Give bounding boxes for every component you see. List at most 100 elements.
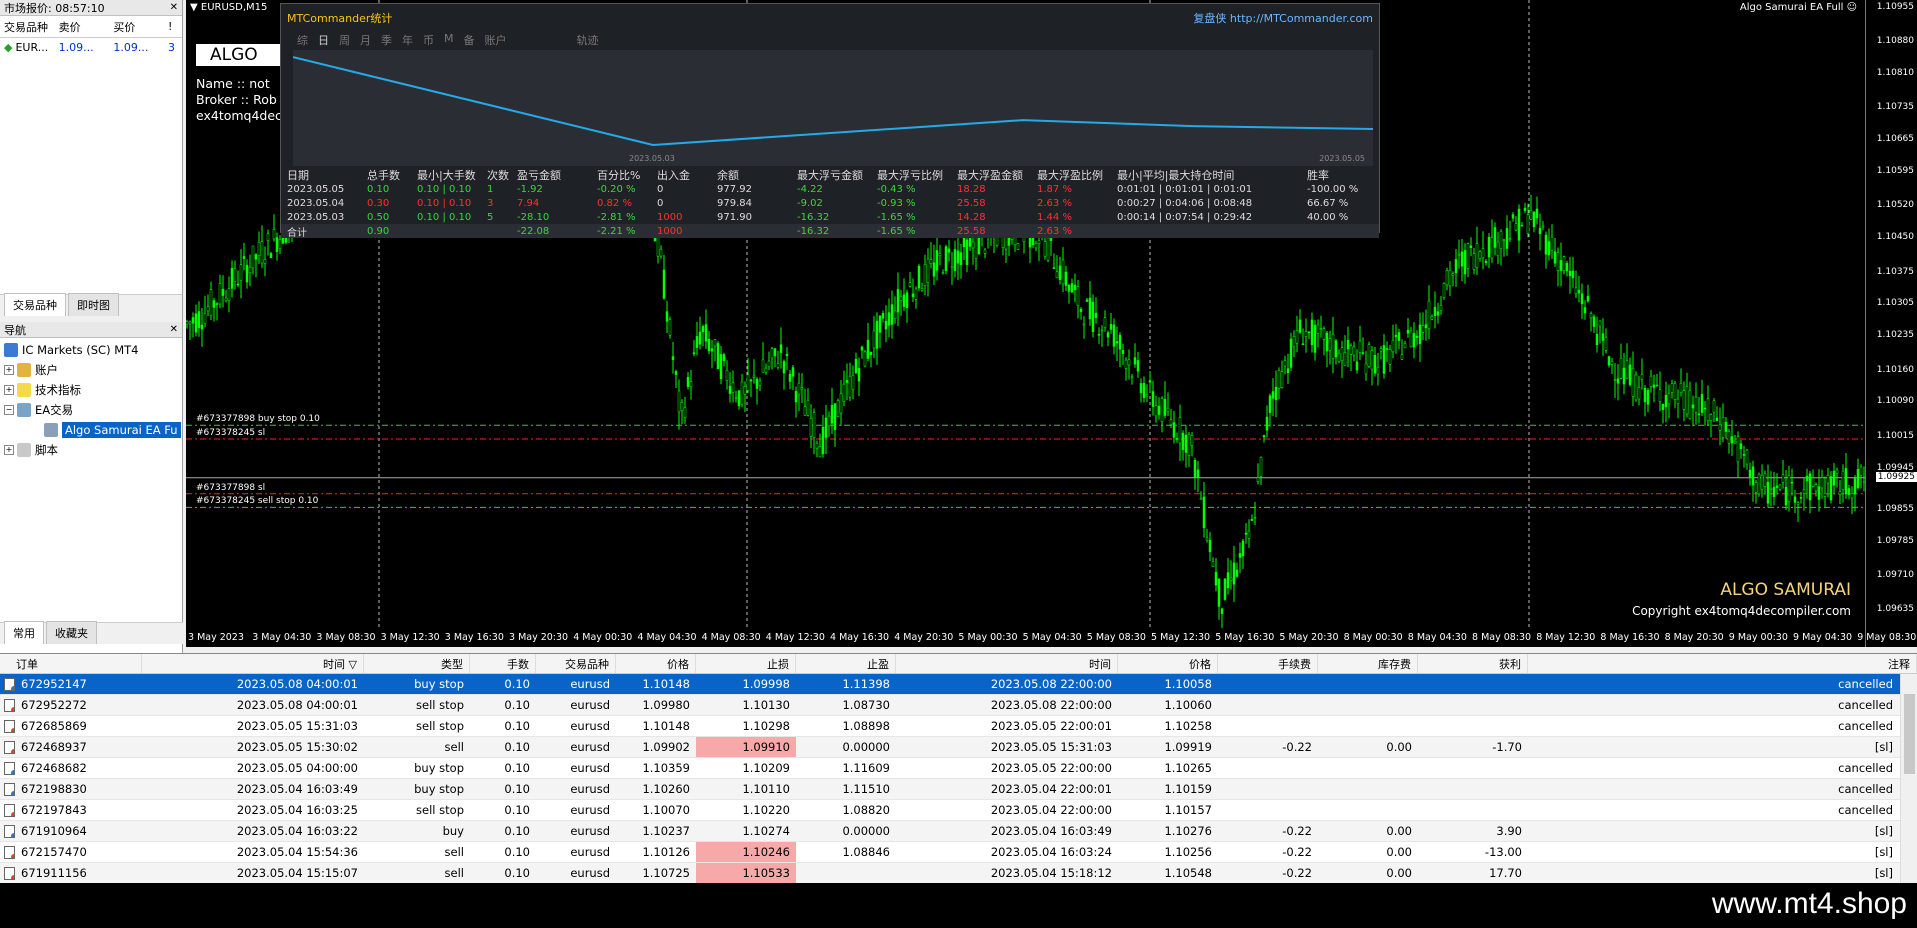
- smiley-icon[interactable]: ☺: [1847, 2, 1857, 13]
- terminal-col-header[interactable]: 库存费: [1318, 654, 1418, 673]
- cell-tp: 1.11398: [842, 677, 890, 691]
- cell-order: 672952147: [0, 674, 142, 694]
- mtc-tab[interactable]: 季: [381, 32, 392, 48]
- mtc-tab[interactable]: 轨迹: [577, 32, 599, 48]
- navigator-tabs: 常用 收藏夹: [0, 621, 183, 644]
- mtc-date-end: 2023.05.05: [1319, 154, 1365, 163]
- cell-time: 2023.05.08 04:00:01: [236, 698, 358, 712]
- cell-order: 672685869: [0, 716, 142, 736]
- mtc-tab[interactable]: 币: [423, 32, 434, 48]
- table-row[interactable]: 671911156 2023.05.04 15:15:07 sell 0.10 euru…: [0, 863, 1917, 883]
- mtc-stats-panel[interactable]: MTCommander统计 复盘侠 http://MTCommander.com…: [280, 3, 1380, 239]
- cell-type: buy stop: [414, 761, 464, 775]
- cell-lots: 0.10: [504, 698, 530, 712]
- terminal-col-header[interactable]: 时间: [896, 654, 1118, 673]
- cell-price: 1.10260: [642, 782, 690, 796]
- terminal-col-header[interactable]: 止盈: [796, 654, 896, 673]
- ea-info-site: ex4tomq4dec: [196, 108, 282, 123]
- tab-symbols[interactable]: 交易品种: [4, 293, 66, 316]
- cell-swap: [1318, 716, 1418, 736]
- table-row[interactable]: 672952147 2023.05.08 04:00:01 buy stop 0.10…: [0, 674, 1917, 695]
- time-tick: 3 May 04:30: [252, 632, 312, 643]
- cell-swap: [1318, 758, 1418, 778]
- cell-symbol: eurusd: [570, 677, 610, 691]
- terminal-col-header[interactable]: 手数: [470, 654, 536, 673]
- tab-favorites[interactable]: 收藏夹: [46, 621, 97, 644]
- mtc-tab[interactable]: 月: [360, 32, 371, 48]
- table-row[interactable]: 672468682 2023.05.05 04:00:00 buy stop 0.10…: [0, 758, 1917, 779]
- terminal-col-header[interactable]: 价格: [616, 654, 696, 673]
- terminal-col-header[interactable]: 止损: [696, 654, 796, 673]
- price-tick: 1.10015: [1876, 430, 1914, 441]
- close-icon[interactable]: ✕: [170, 324, 178, 335]
- price-tick: 1.10305: [1876, 298, 1914, 309]
- table-row[interactable]: 672952272 2023.05.08 04:00:01 sell stop 0.1…: [0, 695, 1917, 716]
- mw-col-bid[interactable]: 卖价: [55, 19, 110, 35]
- expand-icon[interactable]: +: [4, 365, 14, 375]
- price-tick: 1.10595: [1876, 166, 1914, 177]
- brand-label: ALGO SAMURAI: [1720, 580, 1851, 600]
- tab-tick-chart[interactable]: 即时图: [68, 293, 119, 316]
- table-row[interactable]: 672157470 2023.05.04 15:54:36 sell 0.10 euru…: [0, 842, 1917, 863]
- terminal-col-header[interactable]: 时间 ▽: [142, 654, 364, 673]
- table-row[interactable]: 671910964 2023.05.04 16:03:22 buy 0.10 eurus…: [0, 821, 1917, 842]
- vertical-scrollbar[interactable]: [1900, 674, 1917, 883]
- table-row[interactable]: 672197843 2023.05.04 16:03:25 sell stop 0.1…: [0, 800, 1917, 821]
- tab-common[interactable]: 常用: [4, 621, 44, 644]
- footer-bar: www.mt4.shop: [0, 883, 1917, 928]
- mtc-tab[interactable]: 综: [297, 32, 308, 48]
- nav-expert-advisors[interactable]: − EA交易: [4, 400, 182, 420]
- collapse-icon[interactable]: −: [4, 405, 14, 415]
- nav-broker[interactable]: IC Markets (SC) MT4: [4, 340, 182, 360]
- terminal-col-header[interactable]: 订单: [0, 654, 142, 673]
- mtc-tab[interactable]: 年: [402, 32, 413, 48]
- mw-col-ask[interactable]: 买价: [109, 19, 164, 35]
- mtc-tab[interactable]: 日: [318, 32, 329, 48]
- expand-icon[interactable]: +: [4, 385, 14, 395]
- time-tick: 9 May 00:30: [1728, 632, 1788, 643]
- scroll-thumb[interactable]: [1904, 694, 1915, 774]
- terminal-col-header[interactable]: 价格: [1118, 654, 1218, 673]
- cell-symbol: eurusd: [570, 803, 610, 817]
- cell-profit: [1418, 674, 1528, 694]
- nav-ea-algo-samurai[interactable]: Algo Samurai EA Fu: [4, 420, 182, 440]
- table-row[interactable]: 672685869 2023.05.05 15:31:03 sell stop 0.1…: [0, 716, 1917, 737]
- cell-cprice: 1.10159: [1164, 782, 1212, 796]
- expand-icon[interactable]: +: [4, 445, 14, 455]
- terminal-col-header[interactable]: 交易品种: [536, 654, 616, 673]
- nav-indicators[interactable]: + 技术指标: [4, 380, 182, 400]
- mw-col-symbol[interactable]: 交易品种: [0, 19, 55, 35]
- terminal-col-header[interactable]: 注释: [1528, 654, 1917, 673]
- nav-accounts[interactable]: + 账户: [4, 360, 182, 380]
- time-tick: 3 May 20:30: [509, 632, 569, 643]
- price-tick: 1.10735: [1876, 102, 1914, 113]
- order-icon: [4, 845, 15, 859]
- terminal-col-header[interactable]: 获利: [1418, 654, 1528, 673]
- cell-lots: 0.10: [504, 677, 530, 691]
- terminal-col-header[interactable]: 类型: [364, 654, 470, 673]
- cell-sl: 1.10110: [742, 782, 790, 796]
- time-tick: 4 May 20:30: [894, 632, 954, 643]
- nav-scripts[interactable]: + 脚本: [4, 440, 182, 460]
- terminal-col-header[interactable]: 手续费: [1218, 654, 1318, 673]
- market-watch-row[interactable]: ◆ EUR... 1.09... 1.09... 3: [0, 38, 182, 56]
- mtc-tab[interactable]: 周: [339, 32, 350, 48]
- mtc-link[interactable]: 复盘侠 http://MTCommander.com: [1193, 10, 1373, 26]
- indicators-icon: [17, 383, 31, 397]
- cell-swap: 0.00: [1386, 866, 1412, 880]
- mw-spread: 3: [168, 40, 176, 54]
- cell-comment: [sl]: [1874, 866, 1893, 880]
- mw-symbol: ◆ EUR...: [4, 40, 49, 54]
- price-scale[interactable]: 1.10955 1.10880 1.10810 1.10735 1.10665 1.105…: [1865, 0, 1917, 647]
- close-icon[interactable]: ✕: [170, 2, 178, 13]
- mtc-tab[interactable]: M: [444, 32, 454, 48]
- mw-col-spread[interactable]: !: [164, 20, 182, 33]
- mtc-tab[interactable]: 备: [464, 32, 475, 48]
- cell-profit: [1418, 758, 1528, 778]
- table-row[interactable]: 672198830 2023.05.04 16:03:49 buy stop 0.10…: [0, 779, 1917, 800]
- table-row[interactable]: 672468937 2023.05.05 15:30:02 sell 0.10 euru…: [0, 737, 1917, 758]
- time-tick: 5 May 16:30: [1215, 632, 1275, 643]
- cell-sl: 1.10298: [742, 719, 790, 733]
- mtc-tab[interactable]: 账户: [485, 32, 507, 48]
- mtc-table-row: 2023.05.04 0.30 0.10 | 0.10 3 7.94 0.82 % 0 979…: [287, 197, 1349, 209]
